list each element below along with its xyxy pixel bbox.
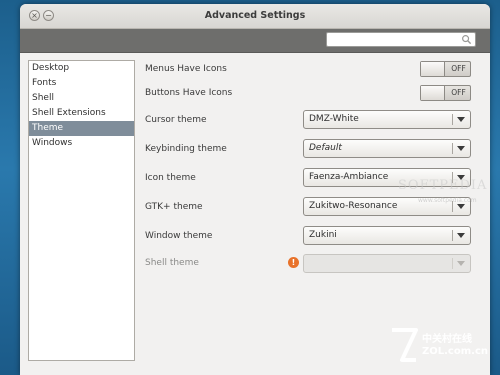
shell-theme-label: Shell theme [145,258,199,268]
zol-chinese-text: 中关村在线 [422,334,472,345]
sidebar-item-windows[interactable]: Windows [29,136,134,151]
sidebar-item-theme[interactable]: Theme [29,121,134,136]
buttons-have-icons-label: Buttons Have Icons [145,88,233,98]
sidebar-item-shell-extensions[interactable]: Shell Extensions [29,106,134,121]
chevron-down-icon[interactable] [457,146,465,151]
window-theme-dropdown[interactable]: Zukini [303,226,471,245]
chevron-down-icon [457,261,465,266]
dropdown-value: Default [309,143,342,153]
buttons-have-icons-toggle[interactable]: OFF [420,85,471,101]
dropdown-value: Faenza-Ambiance [309,172,389,182]
keybinding-theme-dropdown[interactable]: Default [303,139,471,158]
sidebar-item-fonts[interactable]: Fonts [29,76,134,91]
dropdown-separator [452,143,453,154]
toggle-state: OFF [451,64,466,73]
zol-url-text: ZOL.com.cn [422,346,488,357]
dropdown-value: DMZ-White [309,114,359,124]
toggle-state: OFF [451,88,466,97]
sidebar: Desktop Fonts Shell Shell Extensions The… [28,60,135,361]
title-bar[interactable]: × − Advanced Settings [20,4,490,29]
warning-icon: ! [288,257,299,268]
toolbar [20,29,490,53]
sidebar-item-desktop[interactable]: Desktop [29,61,134,76]
toggle-knob[interactable] [421,62,445,76]
app-window: × − Advanced Settings Desktop Fonts Shel… [20,4,490,375]
menus-have-icons-label: Menus Have Icons [145,64,227,74]
zol-logo-icon [392,328,418,362]
zol-watermark: 中关村在线 ZOL.com.cn [388,326,496,370]
toggle-knob[interactable] [421,86,445,100]
search-input[interactable] [327,33,463,46]
chevron-down-icon[interactable] [457,233,465,238]
window-title: Advanced Settings [204,10,306,21]
window-theme-label: Window theme [145,231,213,241]
dropdown-value: Zukini [309,230,337,240]
softpedia-url-watermark: www.softpedia.com [418,197,477,204]
chevron-down-icon[interactable] [457,117,465,122]
gtk-theme-label: GTK+ theme [145,202,203,212]
dropdown-value: Zukitwo-Resonance [309,201,398,211]
chevron-down-icon[interactable] [457,204,465,209]
cursor-theme-dropdown[interactable]: DMZ-White [303,110,471,129]
softpedia-watermark: SOFTPEDIA [398,178,488,193]
keybinding-theme-label: Keybinding theme [145,144,227,154]
search-box[interactable] [326,32,476,47]
cursor-theme-label: Cursor theme [145,115,207,125]
icon-theme-label: Icon theme [145,173,196,183]
dropdown-separator [452,114,453,125]
search-icon[interactable] [461,34,472,45]
sidebar-item-shell[interactable]: Shell [29,91,134,106]
dropdown-separator [452,258,453,269]
menus-have-icons-toggle[interactable]: OFF [420,61,471,77]
dropdown-separator [452,230,453,241]
shell-theme-dropdown [303,254,471,273]
